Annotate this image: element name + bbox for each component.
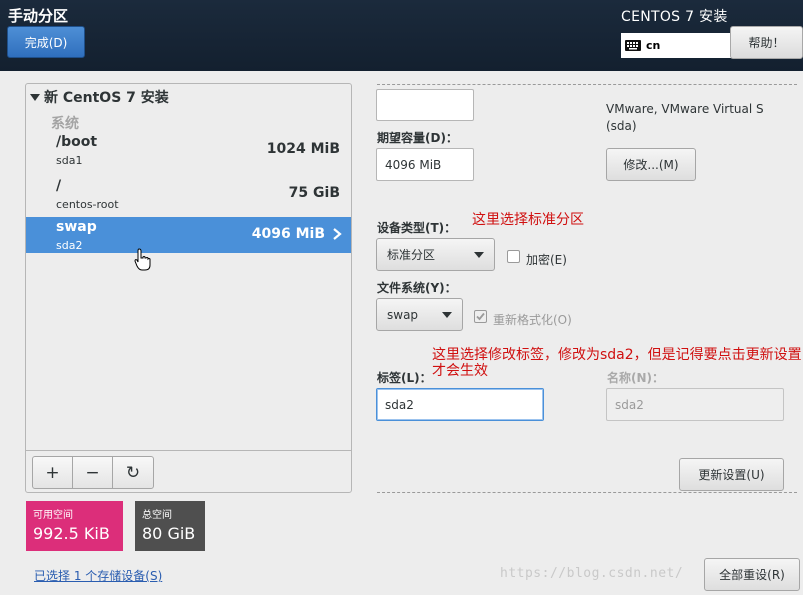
- mount-point-device: sda2: [56, 239, 83, 252]
- dropdown-arrow-icon: [474, 252, 484, 258]
- reformat-label: 重新格式化(O): [493, 313, 572, 327]
- device-type-label: 设备类型(T)：: [377, 221, 457, 235]
- encrypt-label: 加密(E): [526, 253, 567, 267]
- available-space-box: 可用空间 992.5 KiB: [26, 501, 123, 551]
- keyboard-layout-indicator[interactable]: cn: [621, 33, 731, 58]
- available-space-value: 992.5 KiB: [33, 524, 110, 543]
- available-space-label: 可用空间: [33, 510, 73, 521]
- selected-storage-link[interactable]: 已选择 1 个存储设备(S): [34, 567, 162, 584]
- partition-toolbar: + − ↻: [26, 450, 351, 492]
- keyboard-icon: [625, 40, 641, 51]
- refresh-button[interactable]: ↻: [113, 457, 153, 488]
- mount-point-name: /: [56, 178, 62, 194]
- mount-point-field[interactable]: [376, 89, 474, 121]
- filesystem-dropdown[interactable]: swap: [376, 298, 463, 331]
- mount-point-row[interactable]: / centos-root 75 GiB: [26, 176, 351, 212]
- mount-point-size: 1024 MiB: [266, 141, 340, 157]
- mount-point-size: 75 GiB: [288, 185, 340, 201]
- help-button[interactable]: 帮助！: [730, 26, 803, 59]
- capacity-input[interactable]: 4096 MiB: [376, 148, 474, 181]
- total-space-box: 总空间 80 GiB: [135, 501, 205, 551]
- toolbar-button-group: + − ↻: [32, 456, 154, 489]
- device-type-dropdown[interactable]: 标准分区: [376, 238, 495, 271]
- device-type-annotation: 这里选择标准分区: [472, 212, 584, 228]
- done-button[interactable]: 完成(D): [7, 26, 85, 58]
- watermark-text: https://blog.csdn.net/: [500, 566, 684, 581]
- top-header: 手动分区 完成(D) CENTOS 7 安装 cn 帮助！: [0, 0, 803, 71]
- dropdown-arrow-icon: [442, 312, 452, 318]
- total-space-label: 总空间: [142, 510, 172, 521]
- modify-button[interactable]: 修改...(M): [606, 148, 696, 181]
- expand-triangle-icon[interactable]: [30, 93, 40, 101]
- reformat-checkbox[interactable]: [474, 310, 487, 323]
- filesystem-value: swap: [387, 307, 419, 322]
- mount-point-size: 4096 MiB: [251, 226, 325, 242]
- install-group-label: 新 CentOS 7 安装: [44, 90, 169, 106]
- chevron-right-icon: [333, 228, 342, 240]
- tag-label: 标签(L)：: [377, 371, 432, 385]
- reset-all-button[interactable]: 全部重设(R): [704, 558, 800, 591]
- capacity-label: 期望容量(D)：: [377, 131, 458, 145]
- mount-point-row-selected[interactable]: swap sda2 4096 MiB: [26, 217, 351, 253]
- add-mount-point-button[interactable]: +: [33, 457, 73, 488]
- mount-point-tree: 新 CentOS 7 安装 系统 /boot sda1 1024 MiB / c…: [25, 83, 352, 493]
- name-input: sda2: [606, 388, 784, 421]
- system-section-label: 系统: [51, 116, 79, 132]
- mouse-pointer-icon: [134, 248, 151, 271]
- update-settings-button[interactable]: 更新设置(U): [679, 458, 784, 491]
- checkmark-icon: [476, 312, 485, 321]
- tag-input[interactable]: sda2: [376, 388, 544, 421]
- mount-point-name: swap: [56, 219, 97, 235]
- install-group-header[interactable]: 新 CentOS 7 安装: [30, 87, 169, 107]
- disk-info-text: VMware, VMware Virtual S (sda): [606, 102, 764, 133]
- mount-point-device: sda1: [56, 154, 83, 167]
- bottom-divider: [377, 492, 797, 493]
- device-type-value: 标准分区: [387, 248, 436, 262]
- name-label: 名称(N)：: [607, 371, 665, 385]
- page-title: 手动分区: [8, 7, 69, 25]
- remove-mount-point-button[interactable]: −: [73, 457, 113, 488]
- mount-point-name: /boot: [56, 134, 98, 150]
- product-title: CENTOS 7 安装: [621, 9, 728, 25]
- encrypt-checkbox[interactable]: [507, 250, 520, 263]
- filesystem-label: 文件系统(Y)：: [377, 281, 457, 295]
- mount-point-device: centos-root: [56, 198, 119, 211]
- mount-point-row[interactable]: /boot sda1 1024 MiB: [26, 132, 351, 168]
- total-space-value: 80 GiB: [142, 524, 196, 543]
- top-divider: [377, 84, 797, 85]
- keyboard-layout-label: cn: [646, 39, 661, 52]
